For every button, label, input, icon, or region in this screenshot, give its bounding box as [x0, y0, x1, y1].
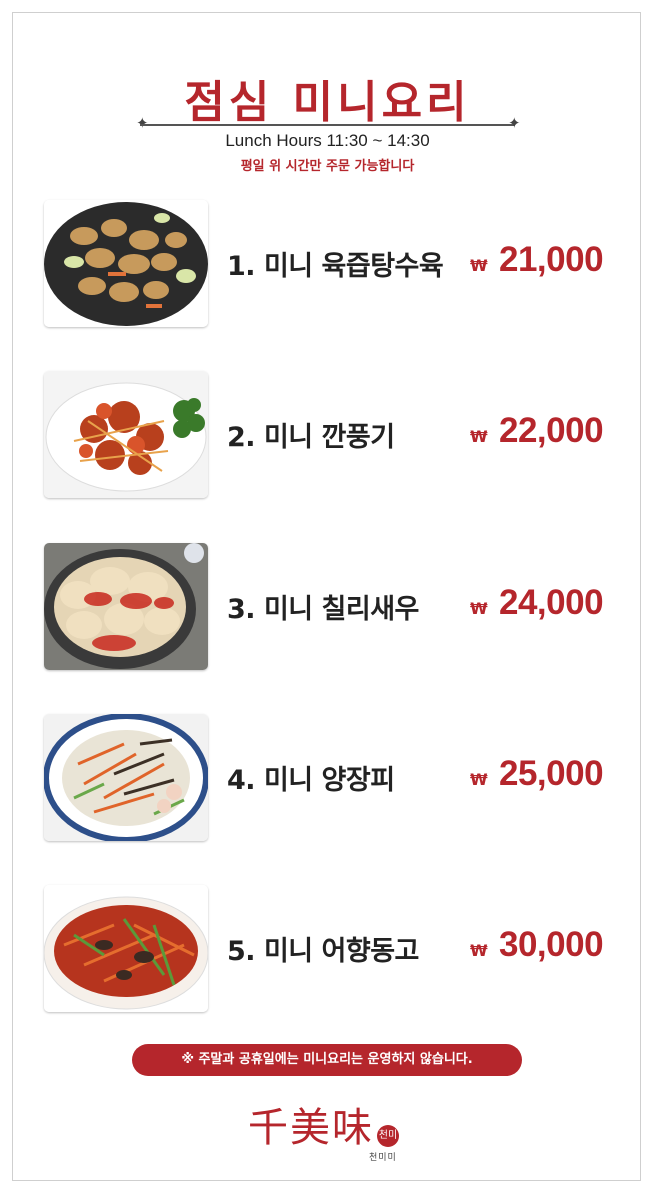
weekday-notice: 평일 위 시간만 주문 가능합니다 [240, 159, 415, 174]
divider-ornament-right-icon: ✦ [508, 114, 521, 132]
menu-item-price: 21,000 [499, 240, 604, 279]
menu-item-name: 1. 미니 육즙탕수육 [227, 251, 444, 282]
brand-logo: 千美味 [248, 1105, 374, 1151]
yangjangpi-photo-icon [44, 714, 208, 841]
menu-item: 2. 미니 깐풍기 ₩ 22,000 [0, 371, 655, 499]
menu-item-name: 2. 미니 깐풍기 [227, 422, 395, 453]
menu-item: 4. 미니 양장피 ₩ 25,000 [0, 714, 655, 842]
menu-item: 5. 미니 어향동고 ₩ 30,000 [0, 885, 655, 1013]
won-icon: ₩ [470, 599, 488, 618]
weekend-closed-notice: ※ 주말과 공휴일에는 미니요리는 운영하지 않습니다. [132, 1044, 522, 1076]
menu-item-name: 4. 미니 양장피 [227, 765, 395, 796]
won-icon: ₩ [470, 256, 488, 275]
menu-item-price: 30,000 [499, 925, 604, 964]
fried-pork-photo-icon [44, 200, 208, 327]
menu-item-price: 24,000 [499, 583, 604, 622]
won-icon: ₩ [470, 941, 488, 960]
chili-shrimp-photo-icon [44, 543, 208, 670]
page-title: 점심 미니요리 [184, 77, 471, 128]
menu-item: 3. 미니 칠리새우 ₩ 24,000 [0, 543, 655, 671]
brand-seal-icon: 천미 [377, 1125, 399, 1147]
eohyang-donggo-photo-icon [44, 885, 208, 1012]
won-icon: ₩ [470, 770, 488, 789]
kkanpunggi-photo-icon [44, 371, 208, 498]
menu-item-price: 25,000 [499, 754, 604, 793]
menu-item-name: 3. 미니 칠리새우 [227, 594, 419, 625]
lunch-hours: Lunch Hours 11:30 ~ 14:30 [225, 131, 430, 150]
title-divider [140, 124, 515, 126]
menu-item: 1. 미니 육즙탕수육 ₩ 21,000 [0, 200, 655, 328]
menu-item-price: 22,000 [499, 411, 604, 450]
won-icon: ₩ [470, 427, 488, 446]
menu-item-name: 5. 미니 어향동고 [227, 936, 419, 967]
brand-korean-name: 천미미 [369, 1153, 397, 1163]
